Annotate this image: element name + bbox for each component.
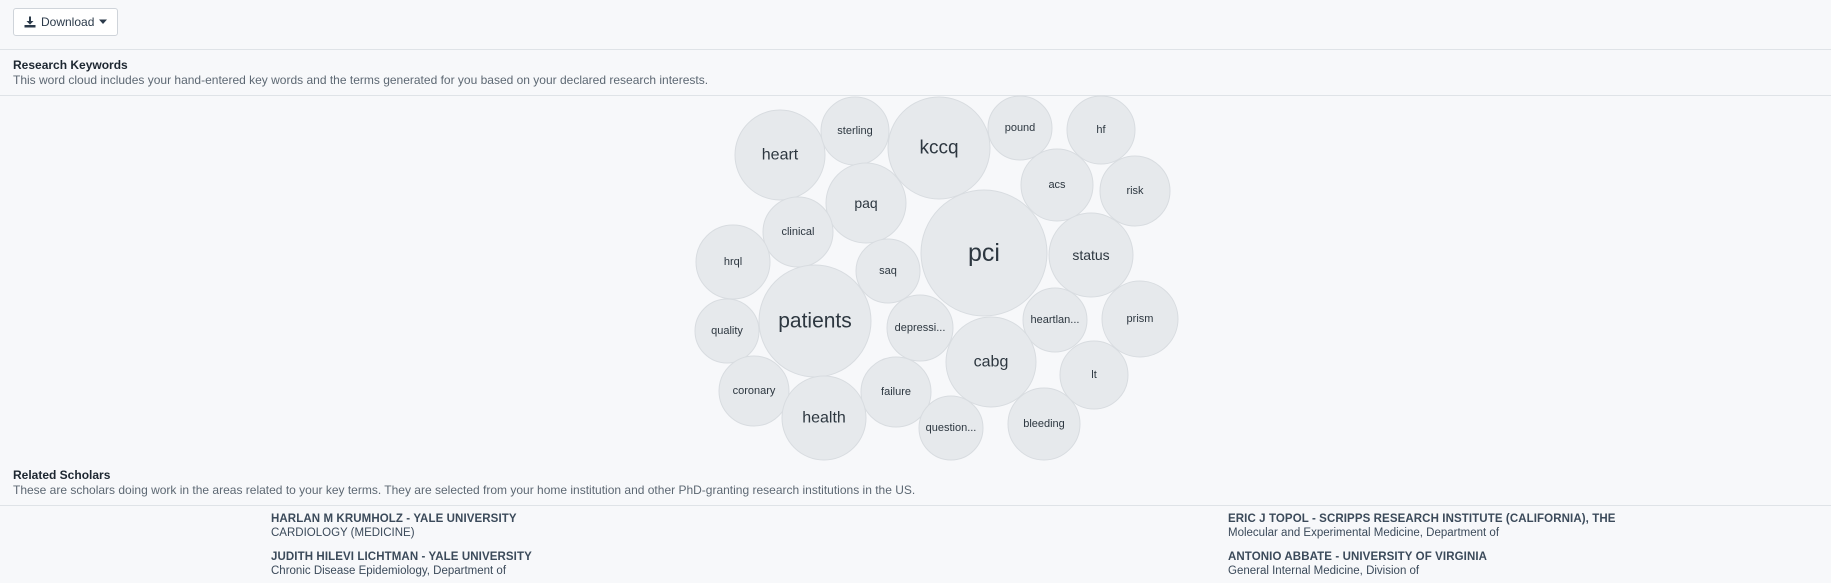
keyword-bubble[interactable]: heartlan... xyxy=(1022,287,1088,353)
scholar-department: General Internal Medicine, Division of xyxy=(1228,565,1420,577)
keyword-label: question... xyxy=(926,422,977,434)
scholar-department: CARDIOLOGY (MEDICINE) xyxy=(271,527,415,539)
keyword-bubble[interactable]: pound xyxy=(987,95,1053,161)
download-button[interactable]: Download xyxy=(13,8,119,36)
keyword-bubble[interactable]: paq xyxy=(825,162,907,244)
divider xyxy=(0,49,1831,50)
keyword-label: cabg xyxy=(974,354,1009,371)
keyword-bubble[interactable]: hf xyxy=(1066,95,1136,165)
download-label: Download xyxy=(41,15,95,29)
keyword-label: hf xyxy=(1096,124,1106,136)
scholar-department: Molecular and Experimental Medicine, Dep… xyxy=(1228,527,1500,539)
keyword-bubble[interactable]: depressi... xyxy=(886,294,954,362)
scholar-department: Chronic Disease Epidemiology, Department… xyxy=(271,565,507,577)
keyword-label: hrql xyxy=(724,256,742,268)
keyword-bubble[interactable]: cabg xyxy=(945,316,1037,408)
scholar-name-link[interactable]: HARLAN M KRUMHOLZ - YALE UNIVERSITY xyxy=(271,513,517,525)
keyword-bubble[interactable]: acs xyxy=(1020,148,1094,222)
scholars-description: These are scholars doing work in the are… xyxy=(13,483,916,497)
divider xyxy=(0,95,1831,96)
keyword-bubble[interactable]: question... xyxy=(918,395,984,461)
caret-down-icon xyxy=(99,19,108,25)
keyword-label: quality xyxy=(711,325,743,337)
keyword-label: kccq xyxy=(919,138,958,159)
scholar-name-link[interactable]: ERIC J TOPOL - SCRIPPS RESEARCH INSTITUT… xyxy=(1228,513,1616,525)
keyword-bubble[interactable]: sterling xyxy=(820,96,890,166)
keyword-label: health xyxy=(802,410,846,427)
scholar-name-link[interactable]: ANTONIO ABBATE - UNIVERSITY OF VIRGINIA xyxy=(1228,551,1487,563)
keyword-label: pci xyxy=(968,239,1000,267)
keyword-bubble[interactable]: pci xyxy=(920,189,1048,317)
keyword-bubble[interactable]: prism xyxy=(1101,280,1179,358)
keyword-label: acs xyxy=(1048,179,1066,191)
keyword-bubble[interactable]: patients xyxy=(758,264,872,378)
keyword-label: depressi... xyxy=(895,322,946,334)
keyword-bubble[interactable]: clinical xyxy=(762,196,834,268)
keyword-bubble[interactable]: saq xyxy=(855,238,921,304)
keyword-bubble[interactable]: status xyxy=(1048,212,1134,298)
divider xyxy=(0,505,1831,506)
keyword-label: pound xyxy=(1005,122,1036,134)
keyword-label: clinical xyxy=(781,226,814,238)
keyword-label: patients xyxy=(778,310,852,333)
keyword-label: lt xyxy=(1091,369,1097,381)
keyword-bubble[interactable]: coronary xyxy=(718,355,790,427)
keyword-label: failure xyxy=(881,386,911,398)
download-icon xyxy=(24,16,36,28)
scholar-name-link[interactable]: JUDITH HILEVI LICHTMAN - YALE UNIVERSITY xyxy=(271,551,532,563)
keyword-label: sterling xyxy=(837,125,872,137)
keyword-label: heart xyxy=(762,147,799,164)
keyword-bubble[interactable]: kccq xyxy=(887,96,991,200)
keyword-bubble[interactable]: failure xyxy=(860,356,932,428)
keyword-label: status xyxy=(1072,247,1109,263)
keyword-label: risk xyxy=(1126,185,1144,197)
keywords-title: Research Keywords xyxy=(13,58,128,72)
keyword-label: saq xyxy=(879,265,897,277)
keyword-label: paq xyxy=(854,195,877,211)
keyword-bubble[interactable]: bleeding xyxy=(1007,387,1081,461)
keyword-bubble[interactable]: hrql xyxy=(695,224,771,300)
keyword-label: prism xyxy=(1127,313,1154,325)
keyword-bubble[interactable]: risk xyxy=(1099,155,1171,227)
keyword-label: coronary xyxy=(733,385,776,397)
keyword-label: bleeding xyxy=(1023,418,1065,430)
keyword-bubble[interactable]: health xyxy=(781,375,867,461)
keyword-label: heartlan... xyxy=(1031,314,1080,326)
keyword-bubble[interactable]: quality xyxy=(694,298,760,364)
keywords-description: This word cloud includes your hand-enter… xyxy=(13,73,709,87)
keyword-bubble[interactable]: heart xyxy=(734,109,826,201)
scholars-title: Related Scholars xyxy=(13,468,111,482)
